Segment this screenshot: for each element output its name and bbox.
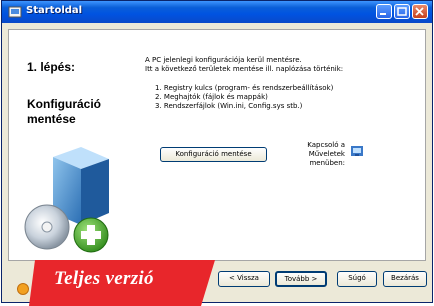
full-version-banner-text: Teljes verzió (54, 268, 154, 289)
title-bar[interactable]: Startoldal (2, 1, 432, 23)
status-icon (17, 283, 29, 295)
intro-line: A PC jelenlegi konfigurációja kerül ment… (145, 56, 302, 64)
section-title: Konfiguráció mentése (27, 97, 101, 126)
intro-text: A PC jelenlegi konfigurációja kerül ment… (145, 56, 415, 74)
list-item: 2. Meghajtók (fájlok és mappák) (155, 93, 268, 101)
step-label: 1. lépés: (27, 60, 76, 74)
intro-line: Itt a következő területek mentése ill. n… (145, 65, 344, 73)
backup-items-list: 1. Registry kulcs (program- és rendszerb… (155, 84, 415, 111)
back-button[interactable]: < Vissza (218, 271, 270, 287)
shortcut-label: Kapcsoló a Műveletek menüben: (307, 141, 345, 167)
maximize-button[interactable] (394, 4, 410, 19)
maximize-icon (397, 7, 407, 16)
list-item: 3. Rendszerfájlok (Win.ini, Config.sys s… (155, 102, 303, 110)
next-button[interactable]: Tovább > (275, 271, 327, 287)
shortcut-icon[interactable] (351, 145, 363, 157)
wizard-content-panel: 1. lépés: Konfiguráció mentése A PC jele… (8, 29, 426, 261)
window-title: Startoldal (26, 5, 83, 16)
close-wizard-button[interactable]: Bezárás (383, 271, 427, 287)
close-icon (415, 7, 424, 16)
list-item: 1. Registry kulcs (program- és rendszerb… (155, 84, 334, 92)
minimize-icon (380, 13, 386, 15)
app-icon (8, 6, 22, 18)
backup-config-button[interactable]: Konfiguráció mentése (160, 147, 267, 162)
close-button[interactable] (412, 4, 428, 19)
help-button[interactable]: Súgó (337, 271, 377, 287)
software-box-artwork (24, 147, 109, 253)
minimize-button[interactable] (376, 4, 392, 19)
